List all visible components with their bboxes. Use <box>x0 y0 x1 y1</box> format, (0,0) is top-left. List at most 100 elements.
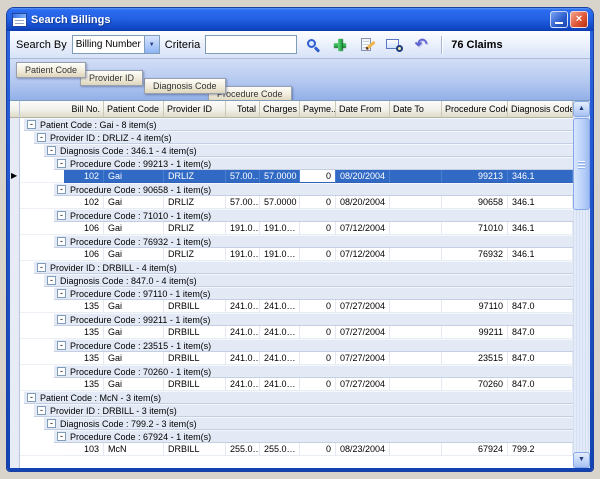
collapse-button[interactable]: - <box>57 367 66 376</box>
grid-cell[interactable]: 08/20/2004 <box>336 196 390 209</box>
column-header[interactable]: Date To <box>390 101 442 118</box>
collapse-button[interactable]: - <box>57 237 66 246</box>
group-row[interactable]: -Procedure Code : 76932 - 1 item(s) <box>20 235 573 248</box>
add-button[interactable] <box>329 34 351 56</box>
group-row[interactable]: -Procedure Code : 23515 - 1 item(s) <box>20 339 573 352</box>
grid-cell[interactable]: 847.0 <box>508 378 573 391</box>
grid-cell[interactable]: 135 <box>64 378 104 391</box>
scroll-thumb[interactable] <box>573 118 590 210</box>
grid-cell[interactable]: 847.0 <box>508 352 573 365</box>
grid-cell[interactable]: 241.0… <box>260 300 300 313</box>
grid-cell[interactable]: Gai <box>104 326 164 339</box>
grid-cell[interactable] <box>390 196 442 209</box>
titlebar[interactable]: Search Billings × <box>7 8 593 31</box>
data-row[interactable]: 106GaiDRLIZ191.0…191.0…007/12/2004769323… <box>20 248 573 261</box>
grid-cell[interactable]: 0 <box>300 352 336 365</box>
grid-cell[interactable]: 241.0… <box>226 300 260 313</box>
clear-button[interactable]: ↶ <box>410 34 432 56</box>
grid-cell[interactable]: 90658 <box>442 196 508 209</box>
grid-cell[interactable]: 08/23/2004 <box>336 443 390 456</box>
scroll-up-button[interactable]: ▲ <box>573 101 590 117</box>
grid-cell[interactable]: 135 <box>64 300 104 313</box>
grid-cell[interactable]: 255.0… <box>260 443 300 456</box>
grid-cell[interactable]: 241.0… <box>226 326 260 339</box>
grid-cell[interactable]: 191.0… <box>260 248 300 261</box>
group-row[interactable]: -Procedure Code : 99213 - 1 item(s) <box>20 157 573 170</box>
data-row[interactable]: 135GaiDRBILL241.0…241.0…007/27/200499211… <box>20 326 573 339</box>
group-row[interactable]: -Procedure Code : 99211 - 1 item(s) <box>20 313 573 326</box>
grid-cell[interactable]: 255.0… <box>226 443 260 456</box>
grid-cell[interactable]: 346.1 <box>508 196 573 209</box>
group-row[interactable]: -Diagnosis Code : 799.2 - 3 item(s) <box>20 417 573 430</box>
grid-cell[interactable]: 57.00… <box>226 170 260 183</box>
grid-cell[interactable]: DRLIZ <box>164 222 226 235</box>
group-row[interactable]: -Provider ID : DRBILL - 3 item(s) <box>20 404 573 417</box>
grid-cell[interactable]: DRBILL <box>164 300 226 313</box>
group-row[interactable]: -Patient Code : Gai - 8 item(s) <box>20 118 573 131</box>
column-header[interactable]: Patient Code <box>104 101 164 118</box>
group-row[interactable]: -Procedure Code : 71010 - 1 item(s) <box>20 209 573 222</box>
grid-cell[interactable]: 191.0… <box>260 222 300 235</box>
grid-cell[interactable] <box>390 352 442 365</box>
group-row[interactable]: -Diagnosis Code : 847.0 - 4 item(s) <box>20 274 573 287</box>
group-row[interactable]: -Diagnosis Code : 346.1 - 4 item(s) <box>20 144 573 157</box>
grid-cell[interactable]: 241.0… <box>226 352 260 365</box>
data-row[interactable]: 135GaiDRBILL241.0…241.0…007/27/200497110… <box>20 300 573 313</box>
grid-cell[interactable]: 102 <box>64 170 104 183</box>
grid-cell[interactable]: Gai <box>104 170 164 183</box>
column-header[interactable]: Bill No. <box>20 101 104 118</box>
grid-cell[interactable]: 0 <box>300 170 336 183</box>
grid-cell[interactable]: 08/20/2004 <box>336 170 390 183</box>
grid-cell[interactable]: 07/27/2004 <box>336 352 390 365</box>
grid-cell[interactable]: DRLIZ <box>164 170 226 183</box>
grid-cell[interactable]: 241.0… <box>260 378 300 391</box>
column-header[interactable]: Provider ID <box>164 101 226 118</box>
group-row[interactable]: -Provider ID : DRBILL - 4 item(s) <box>20 261 573 274</box>
group-box-patient-code[interactable]: Patient Code <box>16 62 86 78</box>
grid-cell[interactable]: 67924 <box>442 443 508 456</box>
grid-cell[interactable]: 847.0 <box>508 300 573 313</box>
grid-cell[interactable]: DRBILL <box>164 443 226 456</box>
grid-cell[interactable]: 346.1 <box>508 222 573 235</box>
group-row[interactable]: -Provider ID : DRLIZ - 4 item(s) <box>20 131 573 144</box>
data-row[interactable]: 102GaiDRLIZ57.00…57.0000008/20/200499213… <box>20 170 573 183</box>
group-row[interactable]: -Procedure Code : 90658 - 1 item(s) <box>20 183 573 196</box>
collapse-button[interactable]: - <box>47 419 56 428</box>
grid-cell[interactable]: 241.0… <box>260 352 300 365</box>
grid-cell[interactable]: DRLIZ <box>164 196 226 209</box>
grid-cell[interactable]: 0 <box>300 196 336 209</box>
collapse-button[interactable]: - <box>57 159 66 168</box>
grid-cell[interactable]: Gai <box>104 378 164 391</box>
grid-cell[interactable]: Gai <box>104 222 164 235</box>
minimize-button[interactable] <box>550 11 568 28</box>
grid-cell[interactable]: 241.0… <box>260 326 300 339</box>
data-row[interactable]: 102GaiDRLIZ57.00…57.0000008/20/200490658… <box>20 196 573 209</box>
grid-cell[interactable]: DRBILL <box>164 326 226 339</box>
grid-cell[interactable]: 0 <box>300 443 336 456</box>
edit-button[interactable] <box>356 34 378 56</box>
grid-cell[interactable]: 106 <box>64 222 104 235</box>
grid-cell[interactable]: 346.1 <box>508 170 573 183</box>
data-row[interactable]: 135GaiDRBILL241.0…241.0…007/27/200470260… <box>20 378 573 391</box>
data-row[interactable]: 106GaiDRLIZ191.0…191.0…007/12/2004710103… <box>20 222 573 235</box>
grid-cell[interactable]: 346.1 <box>508 248 573 261</box>
column-header[interactable]: Payme... <box>300 101 336 118</box>
vertical-scrollbar[interactable]: ▲ ▼ <box>573 101 590 468</box>
grid-cell[interactable]: 99211 <box>442 326 508 339</box>
grid-cell[interactable]: 106 <box>64 248 104 261</box>
search-button[interactable] <box>302 34 324 56</box>
collapse-button[interactable]: - <box>37 263 46 272</box>
grid-cell[interactable]: 191.0… <box>226 248 260 261</box>
grid-cell[interactable]: McN <box>104 443 164 456</box>
collapse-button[interactable]: - <box>27 120 36 129</box>
grid-cell[interactable]: 07/27/2004 <box>336 326 390 339</box>
group-row[interactable]: -Procedure Code : 70260 - 1 item(s) <box>20 365 573 378</box>
grid-cell[interactable]: 0 <box>300 378 336 391</box>
collapse-button[interactable]: - <box>57 315 66 324</box>
grid-cell[interactable]: 241.0… <box>226 378 260 391</box>
grid-cell[interactable]: 57.00… <box>226 196 260 209</box>
grid-cell[interactable]: 23515 <box>442 352 508 365</box>
collapse-button[interactable]: - <box>37 133 46 142</box>
column-header[interactable]: Total <box>226 101 260 118</box>
group-row[interactable]: -Procedure Code : 97110 - 1 item(s) <box>20 287 573 300</box>
